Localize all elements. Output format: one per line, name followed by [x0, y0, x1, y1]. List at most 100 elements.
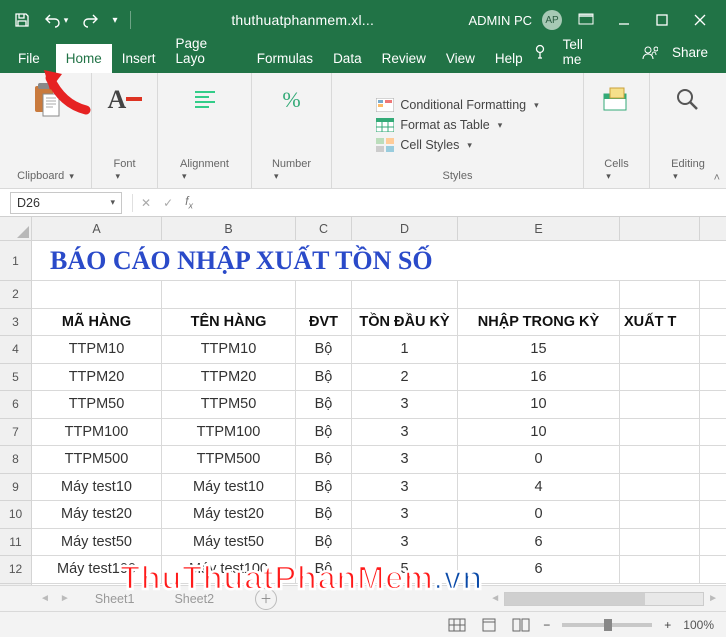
cell[interactable]: Máy test10	[162, 474, 296, 501]
hscroll-left-icon[interactable]: ◄	[490, 593, 500, 604]
cell[interactable]: Bộ	[296, 474, 352, 501]
cell[interactable]: Bộ	[296, 501, 352, 528]
row-header[interactable]: 3	[0, 309, 31, 337]
row-header[interactable]: 6	[0, 391, 31, 419]
row-header[interactable]: 2	[0, 281, 31, 309]
cell[interactable]: TTPM10	[32, 336, 162, 363]
col-header[interactable]: B	[162, 217, 296, 240]
cell[interactable]: 10	[458, 419, 620, 446]
col-header[interactable]: C	[296, 217, 352, 240]
tab-page-layout[interactable]: Page Layo	[166, 29, 247, 73]
cell[interactable]: 15	[458, 336, 620, 363]
cell[interactable]: TTPM50	[162, 391, 296, 418]
cell[interactable]: 6	[458, 529, 620, 556]
zoom-level[interactable]: 100%	[683, 618, 714, 632]
cell[interactable]: 3	[352, 501, 458, 528]
qat-customize-icon[interactable]: ▾	[108, 5, 122, 35]
cell[interactable]	[620, 446, 700, 473]
cell[interactable]: TTPM10	[162, 336, 296, 363]
row-header[interactable]: 11	[0, 529, 31, 557]
cell[interactable]: 3	[352, 419, 458, 446]
cell[interactable]: 3	[352, 529, 458, 556]
paste-button[interactable]	[27, 79, 65, 121]
alignment-button[interactable]	[186, 79, 224, 121]
conditional-formatting-button[interactable]: Conditional Formatting▾	[376, 96, 538, 114]
cell[interactable]: Máy test50	[32, 529, 162, 556]
font-button[interactable]: A	[106, 79, 144, 121]
cell[interactable]: Bộ	[296, 446, 352, 473]
cell[interactable]: 0	[458, 501, 620, 528]
cell[interactable]: Máy test50	[162, 529, 296, 556]
col-header[interactable]: E	[458, 217, 620, 240]
avatar[interactable]: AP	[542, 10, 562, 30]
cell[interactable]: Bộ	[296, 364, 352, 391]
normal-view-icon[interactable]	[447, 617, 467, 633]
undo-icon[interactable]: ▾	[40, 5, 72, 35]
row-header[interactable]: 4	[0, 336, 31, 364]
minimize-icon[interactable]	[610, 6, 638, 34]
tab-data[interactable]: Data	[323, 44, 372, 73]
share-icon[interactable]	[642, 44, 658, 60]
horizontal-scrollbar[interactable]	[504, 592, 704, 606]
zoom-out-icon[interactable]: −	[543, 618, 550, 632]
cell[interactable]: TTPM50	[32, 391, 162, 418]
cell[interactable]	[620, 529, 700, 556]
table-row[interactable]: TTPM20TTPM20Bộ216	[32, 364, 726, 392]
cell[interactable]: TTPM100	[32, 419, 162, 446]
table-row[interactable]	[32, 281, 726, 309]
close-icon[interactable]	[686, 6, 714, 34]
row-header[interactable]: 10	[0, 501, 31, 529]
row-header[interactable]: 7	[0, 419, 31, 447]
sheet-nav-prev-icon[interactable]: ◄	[40, 593, 50, 604]
cell[interactable]: Bộ	[296, 391, 352, 418]
tab-file[interactable]: File	[2, 44, 56, 73]
tab-insert[interactable]: Insert	[112, 44, 166, 73]
maximize-icon[interactable]	[648, 6, 676, 34]
cell[interactable]: Bộ	[296, 529, 352, 556]
table-row[interactable]: Máy test10Máy test10Bộ34	[32, 474, 726, 502]
sheet-title-cell[interactable]: BÁO CÁO NHẬP XUẤT TỒN SỐ	[50, 241, 433, 281]
cell[interactable]: 1	[352, 336, 458, 363]
user-name[interactable]: ADMIN PC	[468, 13, 532, 28]
cell[interactable]: TTPM500	[32, 446, 162, 473]
cell[interactable]: Bộ	[296, 419, 352, 446]
cell[interactable]: Bộ	[296, 336, 352, 363]
sheet-nav-next-icon[interactable]: ►	[60, 593, 70, 604]
cell[interactable]	[620, 336, 700, 363]
zoom-in-icon[interactable]: +	[664, 618, 671, 632]
spreadsheet[interactable]: 1 2 3 4 5 6 7 8 9 10 11 12 A B C D E BÁO…	[0, 217, 726, 587]
number-button[interactable]: %	[273, 79, 311, 121]
cell[interactable]: 2	[352, 364, 458, 391]
cell[interactable]: 16	[458, 364, 620, 391]
col-header[interactable]: A	[32, 217, 162, 240]
cell[interactable]: 3	[352, 474, 458, 501]
col-header[interactable]	[620, 217, 700, 240]
cell[interactable]: 4	[458, 474, 620, 501]
row-header[interactable]: 1	[0, 241, 31, 281]
table-row[interactable]: TTPM10TTPM10Bộ115	[32, 336, 726, 364]
cell[interactable]: 3	[352, 446, 458, 473]
tab-view[interactable]: View	[436, 44, 485, 73]
cell[interactable]: 3	[352, 391, 458, 418]
cell[interactable]: 10	[458, 391, 620, 418]
cell[interactable]: 0	[458, 446, 620, 473]
cell[interactable]: TTPM20	[162, 364, 296, 391]
cell[interactable]	[620, 419, 700, 446]
cell[interactable]: Máy test20	[32, 501, 162, 528]
select-all-triangle[interactable]	[0, 217, 32, 241]
cell[interactable]: Máy test10	[32, 474, 162, 501]
cancel-formula-icon[interactable]: ✕	[141, 196, 151, 210]
format-as-table-button[interactable]: Format as Table▾	[376, 116, 538, 134]
table-row[interactable]: Máy test50Máy test50Bộ36	[32, 529, 726, 557]
share-label[interactable]: Share	[672, 45, 708, 60]
tellme-icon[interactable]	[533, 44, 549, 60]
row-header[interactable]: 5	[0, 364, 31, 392]
enter-formula-icon[interactable]: ✓	[163, 196, 173, 210]
name-box[interactable]: D26 ▾	[10, 192, 122, 214]
table-row[interactable]: TTPM50TTPM50Bộ310	[32, 391, 726, 419]
cell[interactable]	[620, 474, 700, 501]
cells-button[interactable]	[598, 79, 636, 121]
cell[interactable]	[620, 556, 700, 583]
row-header[interactable]: 12	[0, 556, 31, 584]
tellme-label[interactable]: Tell me	[563, 37, 599, 67]
